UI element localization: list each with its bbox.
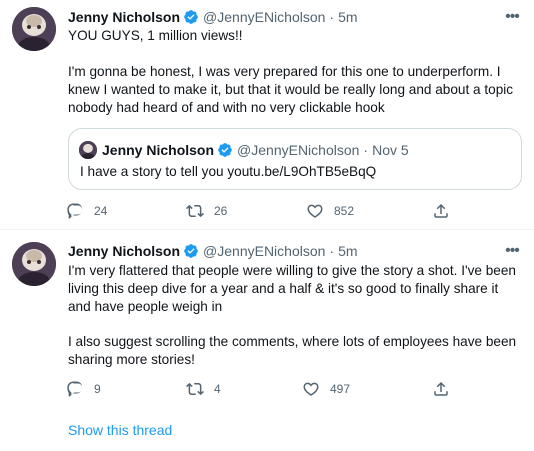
more-icon[interactable]: ••• [502, 241, 522, 261]
author-name[interactable]: Jenny Nicholson [68, 243, 180, 259]
share-button[interactable] [432, 201, 450, 221]
tweet-text-paragraph: I'm gonna be honest, I was very prepared… [68, 64, 514, 115]
tweet[interactable]: Jenny Nicholson @JennyENicholson · 5m ••… [0, 0, 534, 231]
meta-separator: · [329, 9, 335, 25]
like-icon [307, 204, 323, 218]
retweet-icon [186, 204, 204, 218]
tweet-actions: 9 4 497 [66, 379, 456, 399]
verified-badge-icon [184, 10, 198, 24]
reply-count: 24 [94, 204, 108, 218]
author-handle[interactable]: @JennyENicholson [203, 9, 325, 25]
show-thread-link[interactable]: Show this thread [68, 422, 172, 438]
share-icon [434, 381, 448, 396]
like-count: 852 [334, 204, 355, 218]
quoted-tweet[interactable]: Jenny Nicholson @JennyENicholson · Nov 5… [68, 128, 522, 190]
like-icon [303, 382, 319, 396]
like-button[interactable]: 497 [302, 379, 350, 399]
meta-separator: · [363, 142, 369, 158]
tweet-divider [0, 229, 534, 230]
reply-button[interactable]: 9 [66, 379, 101, 399]
tweet-text-line: YOU GUYS, 1 million views!! [68, 28, 243, 43]
retweet-button[interactable]: 4 [186, 379, 221, 399]
author-name[interactable]: Jenny Nicholson [68, 9, 180, 25]
author-handle[interactable]: @JennyENicholson [203, 243, 325, 259]
tweet[interactable]: Jenny Nicholson @JennyENicholson · 5m ••… [0, 231, 534, 451]
more-icon[interactable]: ••• [502, 7, 522, 27]
tweet-actions: 24 26 852 [66, 201, 456, 221]
meta-separator: · [329, 243, 335, 259]
retweet-button[interactable]: 26 [186, 201, 227, 221]
retweet-count: 4 [214, 382, 221, 396]
verified-badge-icon [218, 143, 232, 157]
like-count: 497 [330, 382, 351, 396]
quoted-avatar [79, 141, 97, 159]
retweet-icon [186, 382, 204, 396]
like-button[interactable]: 852 [306, 201, 354, 221]
quoted-timestamp: Nov 5 [372, 142, 409, 158]
avatar[interactable] [12, 7, 56, 51]
share-icon [434, 203, 448, 218]
quoted-author-name: Jenny Nicholson [102, 142, 215, 158]
reply-icon [67, 203, 83, 219]
reply-button[interactable]: 24 [66, 201, 107, 221]
tweet-text-paragraph: I'm very flattered that people were will… [68, 263, 516, 314]
timestamp[interactable]: 5m [338, 243, 357, 259]
verified-badge-icon [184, 244, 198, 258]
retweet-count: 26 [214, 204, 228, 218]
timestamp[interactable]: 5m [338, 9, 357, 25]
tweet-text-paragraph: I also suggest scrolling the comments, w… [68, 334, 517, 367]
share-button[interactable] [432, 379, 450, 399]
reply-icon [67, 381, 83, 397]
quoted-tweet-text: I have a story to tell you youtu.be/L9Oh… [80, 164, 377, 179]
quoted-author-handle: @JennyENicholson [237, 142, 360, 158]
reply-count: 9 [94, 382, 101, 396]
avatar[interactable] [12, 242, 56, 286]
